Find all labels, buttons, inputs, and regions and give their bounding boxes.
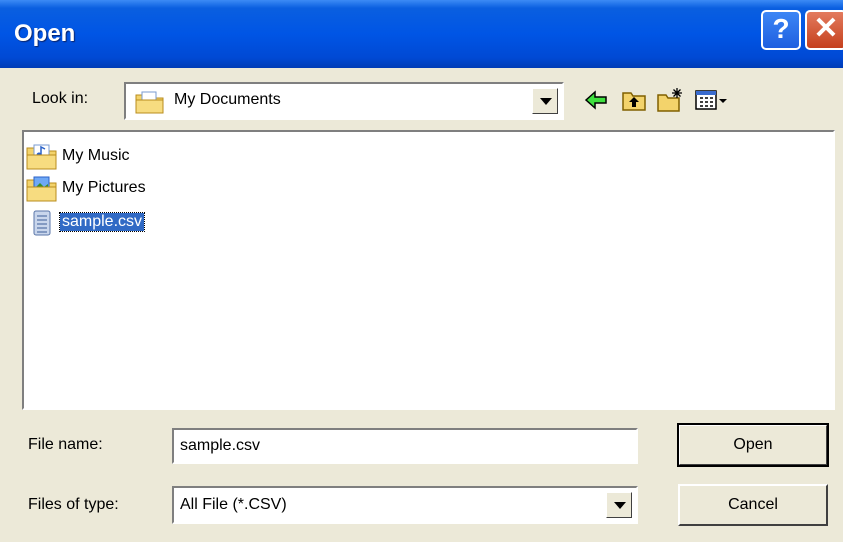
look-in-dropdown-button[interactable]: [532, 88, 558, 114]
open-button[interactable]: Open: [677, 423, 829, 467]
documents-folder-icon: [135, 91, 164, 114]
close-button[interactable]: ✕: [805, 10, 843, 50]
cancel-button[interactable]: Cancel: [678, 484, 828, 526]
file-name: My Music: [62, 147, 130, 164]
look-in-dropdown[interactable]: My Documents: [124, 82, 564, 120]
files-of-type-value: All File (*.CSV): [180, 496, 287, 513]
help-button[interactable]: ?: [761, 10, 801, 50]
back-icon[interactable]: [582, 86, 610, 114]
file-name: My Pictures: [62, 179, 146, 196]
file-name-label: File name:: [28, 436, 103, 453]
title-bar[interactable]: Open ? ✕: [0, 0, 843, 68]
file-name-input[interactable]: sample.csv: [172, 428, 638, 464]
file-list[interactable]: My Music My Pictures sample.csv: [22, 130, 835, 410]
csv-file-icon: [33, 210, 51, 236]
files-of-type-label: Files of type:: [28, 496, 119, 513]
music-folder-icon: [26, 144, 57, 170]
look-in-value: My Documents: [174, 91, 281, 108]
look-in-label: Look in:: [32, 90, 89, 107]
window-title: Open: [14, 20, 76, 47]
files-of-type-dropdown-button[interactable]: [606, 492, 632, 518]
view-menu-icon[interactable]: [694, 86, 730, 114]
file-name: sample.csv: [58, 212, 146, 232]
pictures-folder-icon: [26, 176, 57, 202]
up-folder-icon[interactable]: [620, 86, 648, 114]
new-folder-icon[interactable]: [656, 86, 684, 114]
files-of-type-dropdown[interactable]: All File (*.CSV): [172, 486, 638, 524]
